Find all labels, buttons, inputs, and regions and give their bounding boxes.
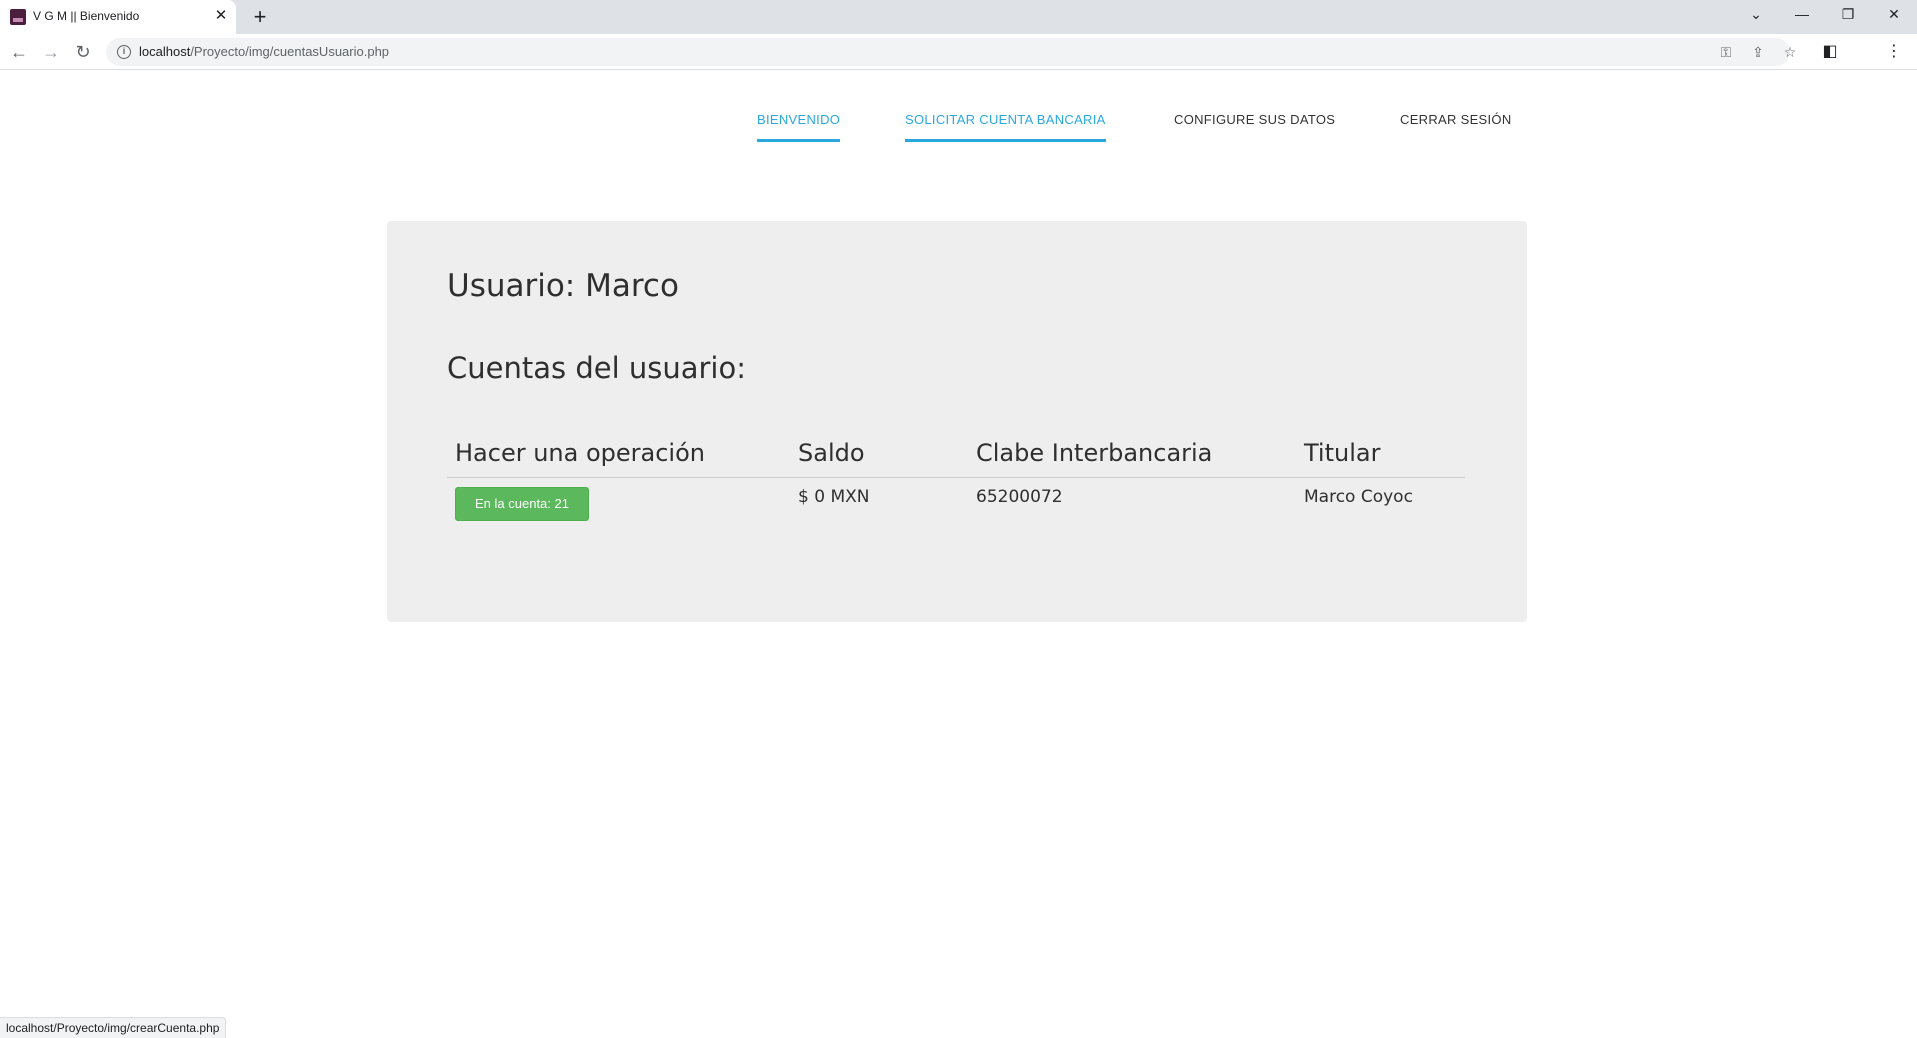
operation-button[interactable]: En la cuenta: 21 [455, 487, 589, 521]
browser-tabstrip: V G M || Bienvenido ✕ + ⌄ — ❐ ✕ [0, 0, 1917, 34]
url-path: /Proyecto/img/cuentasUsuario.php [190, 44, 390, 59]
cell-saldo: $ 0 MXN [798, 487, 870, 507]
nav-solicitar-cuenta[interactable]: SOLICITAR CUENTA BANCARIA [905, 112, 1106, 142]
side-panel-icon[interactable]: ◧ [1818, 40, 1842, 64]
new-tab-button[interactable]: + [248, 4, 272, 30]
key-icon[interactable]: ⚿ [1716, 42, 1736, 62]
back-arrow-icon[interactable]: ← [6, 39, 32, 65]
nav-bienvenido[interactable]: BIENVENIDO [757, 112, 841, 142]
url-host: localhost [139, 44, 191, 59]
reload-icon[interactable]: ↻ [70, 39, 96, 65]
nav-cerrar-sesion[interactable]: CERRAR SESIÓN [1400, 112, 1512, 139]
accounts-heading: Cuentas del usuario: [447, 351, 746, 385]
browser-menu-icon[interactable]: ⋮ [1882, 40, 1906, 64]
header-divider [447, 477, 1465, 478]
header-clabe: Clabe Interbancaria [976, 439, 1213, 467]
share-icon[interactable]: ⇪ [1748, 42, 1768, 62]
cell-clabe: 65200072 [976, 487, 1063, 507]
tab-title: V G M || Bienvenido [33, 9, 140, 23]
restore-icon[interactable]: ❐ [1828, 0, 1868, 30]
tab-close-icon[interactable]: ✕ [212, 6, 230, 26]
user-heading: Usuario: Marco [447, 268, 679, 304]
header-saldo: Saldo [798, 439, 865, 467]
bookmark-star-icon[interactable]: ☆ [1780, 42, 1800, 62]
minimize-icon[interactable]: — [1782, 0, 1822, 30]
address-bar[interactable]: i localhost/Proyecto/img/cuentasUsuario.… [106, 38, 1796, 66]
site-favicon-icon [10, 9, 26, 25]
tab-search-chevron-icon[interactable]: ⌄ [1736, 0, 1776, 30]
window-close-icon[interactable]: ✕ [1874, 0, 1914, 30]
header-operacion: Hacer una operación [455, 439, 705, 467]
site-info-icon[interactable]: i [117, 45, 131, 59]
link-status-bar: localhost/Proyecto/img/crearCuenta.php [0, 1017, 227, 1038]
url-text[interactable]: localhost/Proyecto/img/cuentasUsuario.ph… [139, 44, 389, 59]
forward-arrow-icon[interactable]: → [38, 39, 64, 65]
browser-tab[interactable]: V G M || Bienvenido ✕ [0, 0, 236, 34]
site-navbar: BIENVENIDO SOLICITAR CUENTA BANCARIA CON… [0, 70, 1917, 160]
cell-titular: Marco Coyoc [1304, 487, 1413, 507]
accounts-card: Usuario: Marco Cuentas del usuario: Hace… [387, 221, 1527, 622]
browser-toolbar: ← → ↻ i localhost/Proyecto/img/cuentasUs… [0, 34, 1917, 70]
header-titular: Titular [1304, 439, 1381, 467]
nav-configure-datos[interactable]: CONFIGURE SUS DATOS [1174, 112, 1335, 139]
